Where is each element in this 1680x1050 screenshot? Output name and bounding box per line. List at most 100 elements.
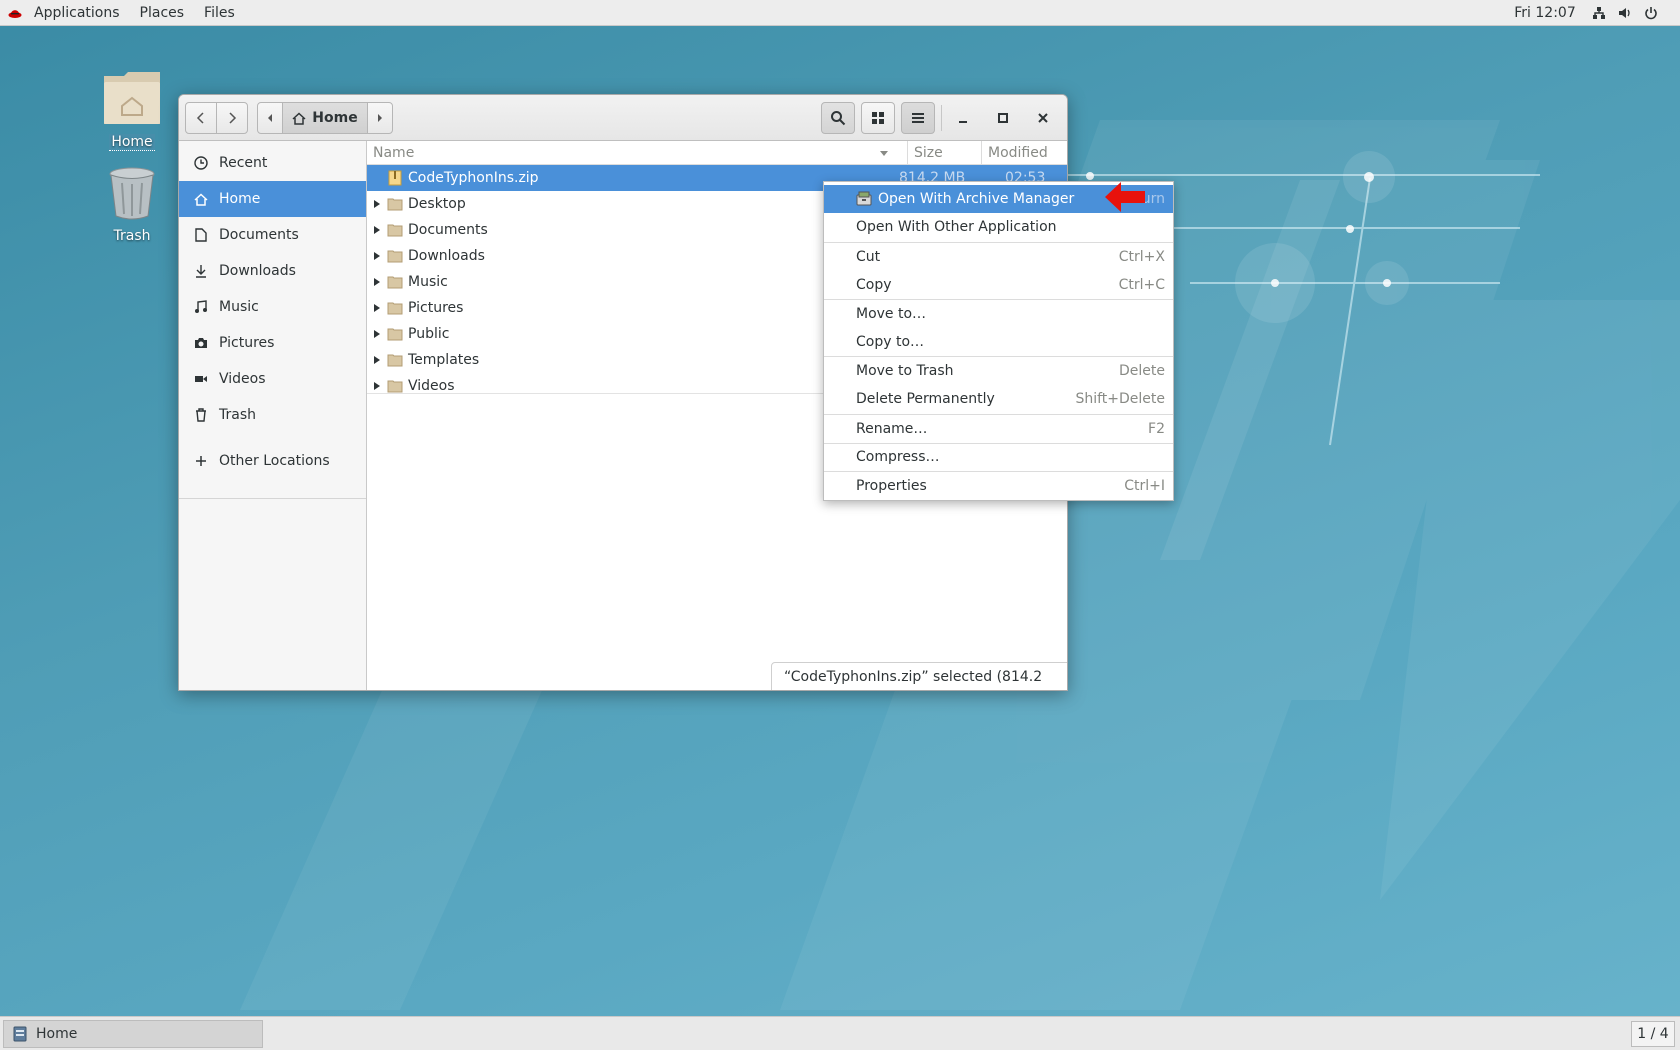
status-bar: “CodeTyphonIns.zip” selected (814.2 MB) (771, 662, 1067, 690)
path-scroll-right-button[interactable] (367, 102, 393, 134)
search-button[interactable] (821, 102, 855, 134)
file-name: Music (408, 274, 448, 290)
sidebar-item-documents[interactable]: Documents (179, 217, 366, 253)
forward-button[interactable] (216, 102, 248, 134)
file-name: Videos (408, 378, 455, 394)
expander-icon[interactable] (373, 347, 383, 373)
expander-icon[interactable] (373, 295, 383, 321)
menu-item-copy[interactable]: Copy Ctrl+C (824, 271, 1173, 299)
menu-item-properties[interactable]: Properties Ctrl+I (824, 472, 1173, 500)
grid-icon (872, 112, 884, 124)
file-manager-icon (13, 1026, 27, 1042)
folder-icon (387, 380, 403, 393)
sidebar-item-recent[interactable]: Recent (179, 145, 366, 181)
menu-item-label: Copy (856, 277, 892, 293)
download-icon (193, 263, 209, 279)
sidebar-item-label: Home (219, 191, 261, 207)
column-header: Name Size Modified (367, 141, 1067, 165)
menu-item-move-to[interactable]: Move to… (824, 300, 1173, 328)
folder-icon (387, 302, 403, 315)
column-modified-header[interactable]: Modified (981, 141, 1067, 165)
sidebar-item-other-locations[interactable]: Other Locations (179, 443, 366, 479)
minimize-icon (959, 121, 967, 123)
menu-button[interactable] (901, 102, 935, 134)
menu-item-label: Properties (856, 478, 927, 494)
sidebar-item-downloads[interactable]: Downloads (179, 253, 366, 289)
hamburger-icon (912, 113, 924, 123)
sidebar-item-label: Trash (219, 407, 256, 423)
desktop-trash-icon[interactable]: Trash (87, 166, 177, 244)
files-menu[interactable]: Files (194, 0, 245, 26)
home-icon (292, 111, 306, 125)
sidebar-separator (179, 498, 366, 499)
menu-item-accelerator: Ctrl+I (1124, 478, 1165, 494)
expander-icon[interactable] (373, 191, 383, 217)
sidebar-item-pictures[interactable]: Pictures (179, 325, 366, 361)
menu-item-label: Move to Trash (856, 363, 954, 379)
clock[interactable]: Fri 12:07 (1505, 0, 1585, 26)
path-home-label: Home (312, 110, 358, 126)
expander-icon[interactable] (373, 321, 383, 347)
menu-item-accelerator: Ctrl+X (1118, 249, 1165, 265)
menu-item-compress[interactable]: Compress… (824, 443, 1173, 471)
menu-item-label: Delete Permanently (856, 391, 995, 407)
workspace-switcher[interactable]: 1 / 4 (1631, 1021, 1675, 1047)
path-home-button[interactable]: Home (282, 102, 368, 134)
expander-icon[interactable] (373, 217, 383, 243)
close-button[interactable] (1027, 102, 1059, 134)
places-menu[interactable]: Places (130, 0, 195, 26)
power-icon[interactable] (1642, 4, 1660, 22)
clock-icon (193, 155, 209, 171)
folder-icon (387, 354, 403, 367)
folder-icon (387, 198, 403, 211)
sidebar-item-label: Other Locations (219, 453, 330, 469)
sidebar-item-music[interactable]: Music (179, 289, 366, 325)
menu-item-delete-permanently[interactable]: Delete Permanently Shift+Delete (824, 385, 1173, 413)
sidebar-item-label: Pictures (219, 335, 275, 351)
sidebar-item-videos[interactable]: Videos (179, 361, 366, 397)
menu-item-label: Copy to… (856, 334, 925, 350)
minimize-button[interactable] (947, 102, 979, 134)
trash-icon (193, 407, 209, 423)
desktop-home-icon[interactable]: Home (87, 68, 177, 151)
camera-icon (193, 335, 209, 351)
folder-icon (387, 276, 403, 289)
menu-item-accelerator: Ctrl+C (1118, 277, 1165, 293)
menu-item-label: Rename… (856, 421, 928, 437)
column-name-header[interactable]: Name (373, 141, 414, 165)
sidebar-item-trash[interactable]: Trash (179, 397, 366, 433)
menu-item-open-with-other-application[interactable]: Open With Other Application (824, 213, 1173, 241)
applications-menu[interactable]: Applications (24, 0, 130, 26)
column-size-header[interactable]: Size (907, 141, 981, 165)
back-button[interactable] (185, 102, 217, 134)
volume-icon[interactable] (1616, 4, 1634, 22)
menu-item-accelerator: F2 (1148, 421, 1165, 437)
trash-can-icon (109, 167, 155, 220)
path-scroll-left-button[interactable] (257, 102, 283, 134)
top-panel: Applications Places Files Fri 12:07 (0, 0, 1680, 26)
maximize-button[interactable] (987, 102, 1019, 134)
menu-item-cut[interactable]: Cut Ctrl+X (824, 243, 1173, 271)
menu-item-label: Compress… (856, 449, 940, 465)
file-name: Desktop (408, 196, 466, 212)
file-name: Downloads (408, 248, 485, 264)
taskbar-item-home[interactable]: Home (3, 1020, 263, 1048)
expander-icon[interactable] (373, 373, 383, 399)
folder-icon (387, 224, 403, 237)
expander-icon[interactable] (373, 243, 383, 269)
menu-item-move-to-trash[interactable]: Move to Trash Delete (824, 357, 1173, 385)
menu-item-rename[interactable]: Rename… F2 (824, 415, 1173, 443)
sidebar-item-label: Downloads (219, 263, 296, 279)
file-name: CodeTyphonIns.zip (408, 170, 539, 186)
sidebar-item-home[interactable]: Home (179, 181, 366, 217)
network-icon[interactable] (1590, 4, 1608, 22)
menu-item-accelerator: Delete (1119, 363, 1165, 379)
sidebar-item-label: Music (219, 299, 259, 315)
sidebar-item-label: Documents (219, 227, 299, 243)
menu-item-copy-to[interactable]: Copy to… (824, 328, 1173, 356)
system-tray[interactable] (1590, 0, 1660, 26)
expander-icon[interactable] (373, 269, 383, 295)
plus-icon (193, 453, 209, 469)
view-toggle-button[interactable] (861, 102, 895, 134)
menu-item-accelerator: Shift+Delete (1075, 391, 1165, 407)
